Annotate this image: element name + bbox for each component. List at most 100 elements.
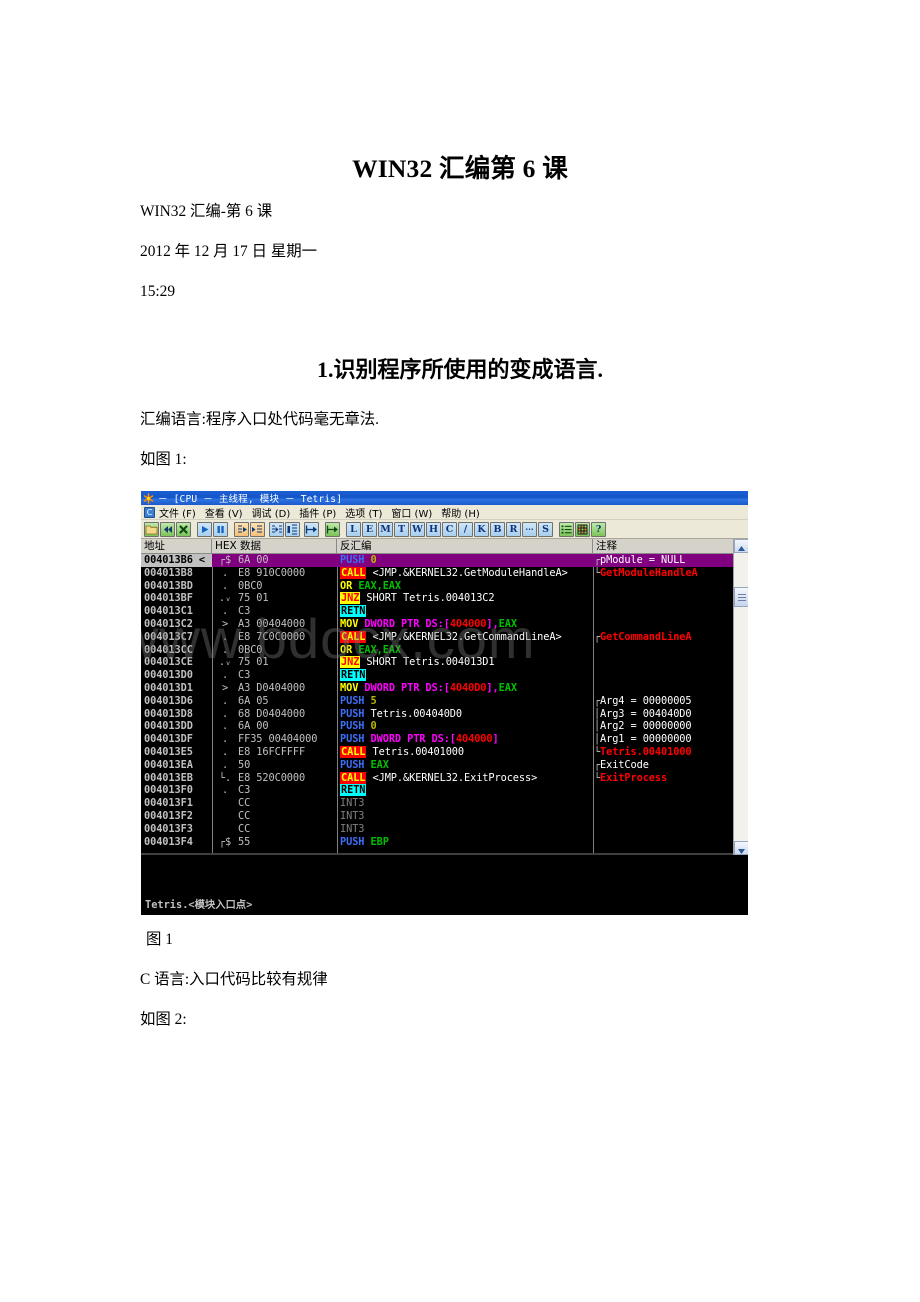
menu-item-help[interactable]: 帮助 (H) [441,505,480,520]
toolbar-button-help-btn[interactable]: ? [591,521,606,537]
column-header-disassembly[interactable]: 反汇编 [337,538,593,554]
row-flow-marker: . [221,707,229,720]
disassembly-row[interactable]: 004013CC. 0BC0 OR EAX,EAX [141,643,733,657]
toolbar-button-source[interactable]: S [538,521,553,537]
disassembly-row[interactable]: 004013F2 CC INT3 [141,809,733,823]
toolbar-button-open[interactable] [144,521,159,537]
row-disassembly: PUSH DWORD PTR DS:[404000] [340,733,499,746]
toolbar-button-trace-into[interactable] [269,521,284,537]
disassembly-row[interactable]: 004013E5. E8 16FCFFFF CALL Tetris.00401000… [141,745,733,759]
disassembly-row[interactable]: 004013BF .ᵥ 75 01 JNZ SHORT Tetris.004013C2 [141,592,733,606]
scroll-down-icon[interactable] [734,841,748,855]
row-comment [593,797,733,810]
toolbar-button-trace-over[interactable] [285,521,300,537]
toolbar-button-breakpoints[interactable]: B [490,521,505,537]
menu-item-file[interactable]: 文件 (F) [159,505,196,520]
menu-item-debug[interactable]: 调试 (D) [252,505,291,520]
row-address: 004013C7 [141,630,212,644]
disassembly-row[interactable]: 004013F3 CC INT3 [141,822,733,836]
toolbar-button-log[interactable]: L [346,521,361,537]
menu-item-options[interactable]: 选项 (T) [345,505,382,520]
toolbar-button-run-to-selection[interactable] [325,521,340,537]
figure1-reference: 如图 1: [140,451,187,468]
toolbar-button-patches[interactable]: / [458,521,473,537]
toolbar-button-references[interactable]: R [506,521,521,537]
disassembly-row[interactable]: 004013B6 < ┌$ 6A 00 PUSH 0 ┌pModule = NULL [141,554,733,567]
menu-item-window[interactable]: 窗口 (W) [391,505,432,520]
menu-item-plugins[interactable]: 插件 (P) [299,505,336,520]
toolbar-button-windows[interactable]: W [410,521,425,537]
scroll-up-icon[interactable] [734,539,748,553]
toolbar-button-pause[interactable] [213,521,228,537]
toolbar-button-threads[interactable]: T [394,521,409,537]
scroll-thumb-grip-icon [738,594,746,601]
toolbar-button-step-into[interactable] [234,521,249,537]
column-header-comment[interactable]: 注释 [593,539,733,554]
toolbar-button-execute-till-return[interactable] [304,521,319,537]
system-menu-icon[interactable]: C [144,506,155,518]
step-over-icon [252,525,262,532]
toolbar-button-run[interactable] [197,521,212,537]
toolbar-button-close[interactable] [176,521,191,537]
toolbar-button-appearance[interactable] [575,521,590,537]
disassembly-row[interactable]: 004013D1 > A3 D0404000 MOV DWORD PTR DS:[40… [141,681,733,695]
disassembly-row[interactable]: 004013EA. 50 PUSH EAX ┌ExitCode [141,758,733,772]
row-disassembly: RETN [340,669,367,682]
row-disassembly: PUSH 0 [340,554,377,566]
row-address: 004013D0 [141,669,212,682]
toolbar-button-run-trace[interactable]: ... [522,521,537,537]
scroll-thumb[interactable] [734,587,748,607]
column-header-address[interactable]: 地址 [141,538,212,554]
menu-item-view[interactable]: 查看 (V) [205,505,243,520]
disassembly-row[interactable]: 004013DF. FF35 00404000 PUSH DWORD PTR DS:… [141,733,733,746]
toolbar-button-step-over[interactable] [250,521,265,537]
disassembly-row[interactable]: 004013CE .ᵥ 75 01 JNZ SHORT Tetris.004013D1 [141,656,733,670]
row-disassembly: JNZ SHORT Tetris.004013D1 [340,656,495,669]
run-to-sel-icon [326,525,338,533]
doc-date: 2012 年 12 月 17 日 星期一 [140,243,317,260]
row-hex-dump: 0BC0 [238,579,263,592]
toolbar-button-executable-modules[interactable]: E [362,521,377,537]
toolbar-button-memory[interactable]: M [378,521,393,537]
toolbar-button-call-stack[interactable]: K [474,521,489,537]
status-bar: Tetris.<模块入口点> [141,898,748,914]
row-comment: ┌Arg4 = 00000005 [594,694,692,707]
disassembly-row[interactable]: 004013F1 CC INT3 [141,797,733,810]
vertical-scrollbar[interactable] [733,539,748,855]
options-list-icon [561,525,572,533]
doc-time: 15:29 [140,283,176,300]
disassembly-row[interactable]: 004013D0. C3 RETN [141,669,733,682]
dump-pane[interactable] [141,853,748,898]
row-disassembly: OR EAX,EAX [340,579,402,592]
row-flow-marker: . [221,643,229,656]
row-disassembly: INT3 [340,797,365,810]
disassembly-pane[interactable]: 004013B6 < ┌$ 6A 00 PUSH 0 ┌pModule = NULL 00… [141,554,748,853]
toolbar-button-restart[interactable] [160,521,175,537]
row-address: 004013E5 [141,745,212,759]
row-hex-dump: CC [238,797,251,810]
disassembly-row[interactable]: 004013D6. 6A 05 PUSH 5 ┌Arg4 = 00000005 [141,694,733,708]
disassembly-row[interactable]: 004013C2 > A3 00404000 MOV DWORD PTR DS:[40… [141,617,733,631]
disassembly-row[interactable]: 004013D8. 68 D0404000 PUSH Tetris.004040D0… [141,707,733,721]
disassembly-row[interactable]: 004013F0. C3 RETN [141,784,733,798]
disassembly-row[interactable]: 004013DD. 6A 00 PUSH 0 │Arg2 = 00000000 [141,720,733,734]
row-hex-dump: 0BC0 [238,643,263,656]
row-flow-marker: . [221,669,229,682]
disassembly-row[interactable]: 004013EB └. E8 520C0000 CALL <JMP.&KERNEL32… [141,771,733,785]
row-address: 004013D1 [141,681,212,695]
toolbar-button-options-list[interactable] [559,521,574,537]
toolbar-button-cpu[interactable]: C [442,521,457,537]
disassembly-row[interactable]: 004013C7. E8 7C0C0000 CALL <JMP.&KERNEL32.… [141,630,733,644]
disassembly-row[interactable]: 004013C1. C3 RETN [141,605,733,618]
column-header-hex-dump[interactable]: HEX 数据 [212,538,337,554]
row-address: 004013F0 [141,784,212,798]
row-address: 004013DF [141,733,212,746]
disassembly-row[interactable]: 004013B8. E8 910C0000 CALL <JMP.&KERNEL32.… [141,566,733,580]
toolbar-button-handles[interactable]: H [426,521,441,537]
disassembly-row[interactable]: 004013F4 ┌$ 55 PUSH EBP [141,835,733,849]
row-hex-dump: 75 01 [238,592,269,605]
disassembly-row[interactable]: 004013BD. 0BC0 OR EAX,EAX [141,579,733,593]
play-icon [202,525,209,533]
row-disassembly: CALL <JMP.&KERNEL32.GetModuleHandleA> [340,566,568,579]
row-flow-marker: . [221,733,229,746]
